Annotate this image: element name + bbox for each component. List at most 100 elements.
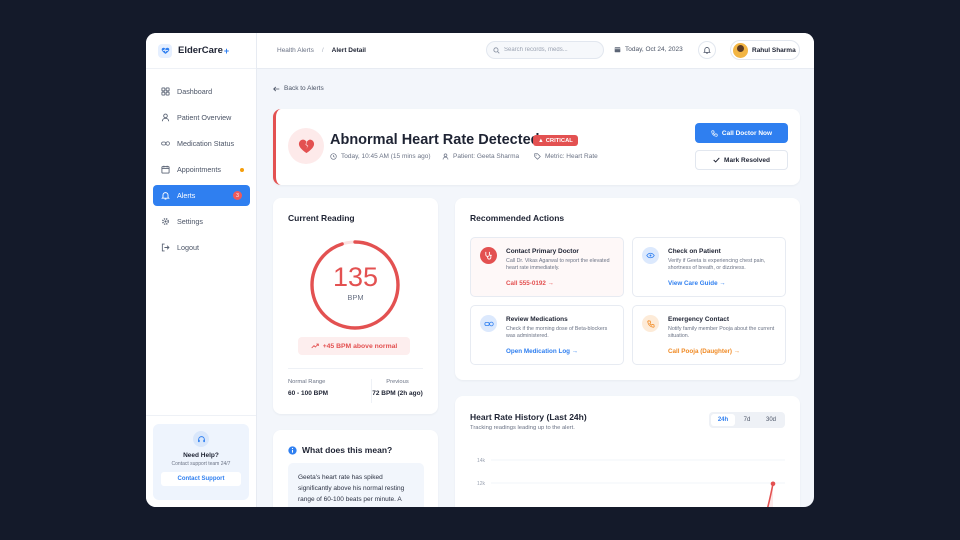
clock-icon [330, 153, 337, 160]
bell-icon [703, 41, 711, 59]
sidebar-item-logout[interactable]: Logout [153, 237, 250, 258]
back-to-alerts-link[interactable]: Back to Alerts [273, 85, 324, 92]
normal-range-label: Normal Range [288, 379, 326, 385]
contact-support-button[interactable]: Contact Support [161, 472, 241, 486]
sidebar-item-appointments[interactable]: Appointments [153, 159, 250, 180]
open-medication-log-link[interactable]: Open Medication Log → [506, 348, 578, 355]
sidebar-item-settings[interactable]: Settings [153, 211, 250, 232]
current-reading-card: Current Reading 135 BPM +45 BPM above no… [273, 198, 438, 414]
search-box [486, 41, 604, 59]
call-doctor-label: Call Doctor Now [721, 129, 773, 137]
mark-resolved-button[interactable]: Mark Resolved [695, 150, 788, 170]
explanation-title: What does this mean? [288, 445, 392, 455]
notification-dot [240, 167, 244, 172]
breadcrumb-health-alerts[interactable]: Health Alerts [277, 47, 314, 54]
brand[interactable]: ElderCare + [146, 33, 256, 69]
main-content: Health Alerts / Alert Detail Today, Oct … [257, 33, 814, 507]
action-check-patient[interactable]: Check on Patient Verify if Geeta is expe… [632, 237, 786, 297]
alert-time: Today, 10:45 AM (15 mins ago) [330, 153, 430, 160]
brand-plus: + [223, 45, 230, 56]
phone-icon [642, 315, 659, 332]
action-desc: Notify family member Pooja about the cur… [668, 326, 775, 340]
call-doctor-button[interactable]: Call Doctor Now [695, 123, 788, 143]
heart-logo-icon [158, 43, 172, 58]
alert-metric-text: Metric: Heart Rate [545, 153, 598, 160]
recommended-actions-card: Recommended Actions Contact Primary Doct… [455, 198, 800, 380]
alert-time-text: Today, 10:45 AM (15 mins ago) [341, 153, 431, 160]
mark-resolved-label: Mark Resolved [724, 156, 770, 164]
user-name: Rahul Sharma [752, 46, 796, 54]
alert-header-card: Abnormal Heart Rate Detected ▲ CRITICAL … [273, 109, 800, 185]
severity-label: CRITICAL [545, 137, 573, 144]
heart-rate-history-card: Heart Rate History (Last 24h) Tracking r… [455, 396, 800, 507]
call-pooja-link[interactable]: Call Pooja (Daughter) → [668, 348, 740, 355]
stethoscope-icon [480, 247, 497, 264]
sidebar-item-label: Dashboard [177, 87, 213, 96]
action-desc: Check if the morning dose of Beta-blocke… [506, 326, 608, 340]
user-menu[interactable]: Rahul Sharma [730, 40, 800, 60]
recommended-actions-title: Recommended Actions [470, 213, 565, 223]
previous-label: Previous [386, 379, 409, 385]
alert-patient-text: Patient: Geeta Sharma [453, 153, 520, 160]
help-title: Need Help? [183, 452, 219, 459]
action-emergency-contact[interactable]: Emergency Contact Notify family member P… [632, 305, 786, 365]
calendar-icon [614, 46, 621, 53]
explanation-title-text: What does this mean? [302, 445, 393, 455]
app-window: ElderCare + Dashboard Patient Overview M… [146, 33, 814, 507]
date-text: Today, Oct 24, 2023 [625, 46, 683, 53]
normal-range-stat: Normal Range 60 - 100 BPM [288, 379, 328, 397]
help-section: Need Help? Contact support team 24/7 Con… [146, 415, 256, 507]
action-desc: Call Dr. Vikas Agarwal to report the ele… [506, 258, 610, 272]
current-reading-title: Current Reading [288, 213, 355, 223]
sidebar-item-medication-status[interactable]: Medication Status [153, 133, 250, 154]
sidebar: ElderCare + Dashboard Patient Overview M… [146, 33, 257, 507]
sidebar-item-alerts[interactable]: Alerts 3 [153, 185, 250, 206]
sidebar-item-label: Settings [177, 217, 203, 226]
normal-range-value: 60 - 100 BPM [288, 390, 329, 397]
action-desc: Verify if Geeta is experiencing chest pa… [668, 258, 766, 272]
user-icon [161, 113, 170, 122]
sidebar-item-label: Alerts [177, 191, 196, 200]
back-link-label: Back to Alerts [284, 85, 324, 92]
sidebar-nav: Dashboard Patient Overview Medication St… [146, 69, 256, 258]
help-card: Need Help? Contact support team 24/7 Con… [153, 424, 249, 500]
topbar: Health Alerts / Alert Detail Today, Oct … [257, 33, 814, 69]
divider [288, 368, 423, 369]
sidebar-item-patient-overview[interactable]: Patient Overview [153, 107, 250, 128]
sidebar-item-dashboard[interactable]: Dashboard [153, 81, 250, 102]
logout-icon [161, 243, 170, 252]
broken-heart-icon [288, 128, 324, 164]
user-icon [442, 153, 449, 160]
chart-grid: 14k 12k [477, 458, 785, 487]
trend-up-icon [311, 343, 319, 349]
action-contact-doctor[interactable]: Contact Primary Doctor Call Dr. Vikas Ag… [470, 237, 624, 297]
sidebar-item-label: Medication Status [177, 139, 235, 148]
alert-count-badge: 3 [233, 191, 242, 200]
heart-rate-chart: 14k 12k [477, 458, 785, 507]
delta-text: +45 BPM above normal [322, 342, 398, 350]
warning-icon: ▲ [538, 137, 544, 144]
call-doctor-link[interactable]: Call 555-0192 → [506, 280, 554, 287]
sidebar-item-label: Appointments [177, 165, 221, 174]
gear-icon [161, 217, 170, 226]
breadcrumb-separator: / [321, 47, 324, 54]
heart-rate-unit: BPM [347, 293, 364, 302]
info-icon [288, 445, 297, 455]
notifications-button[interactable] [698, 41, 716, 59]
search-input[interactable] [504, 47, 594, 53]
view-care-guide-link[interactable]: View Care Guide → [668, 280, 726, 287]
headset-icon [193, 431, 209, 447]
delta-badge: +45 BPM above normal [298, 337, 410, 355]
arrow-left-icon [273, 86, 280, 92]
breadcrumb-current: Alert Detail [331, 47, 366, 54]
y-tick-label: 12k [477, 481, 486, 487]
action-review-medications[interactable]: Review Medications Check if the morning … [470, 305, 624, 365]
heart-rate-value: 135 [332, 262, 379, 292]
action-title: Contact Primary Doctor [506, 248, 579, 255]
y-tick-label: 14k [477, 458, 486, 464]
grid-icon [161, 87, 170, 96]
eye-icon [642, 247, 659, 264]
check-icon [713, 157, 720, 163]
tag-icon [534, 153, 541, 160]
bell-icon [161, 191, 170, 200]
